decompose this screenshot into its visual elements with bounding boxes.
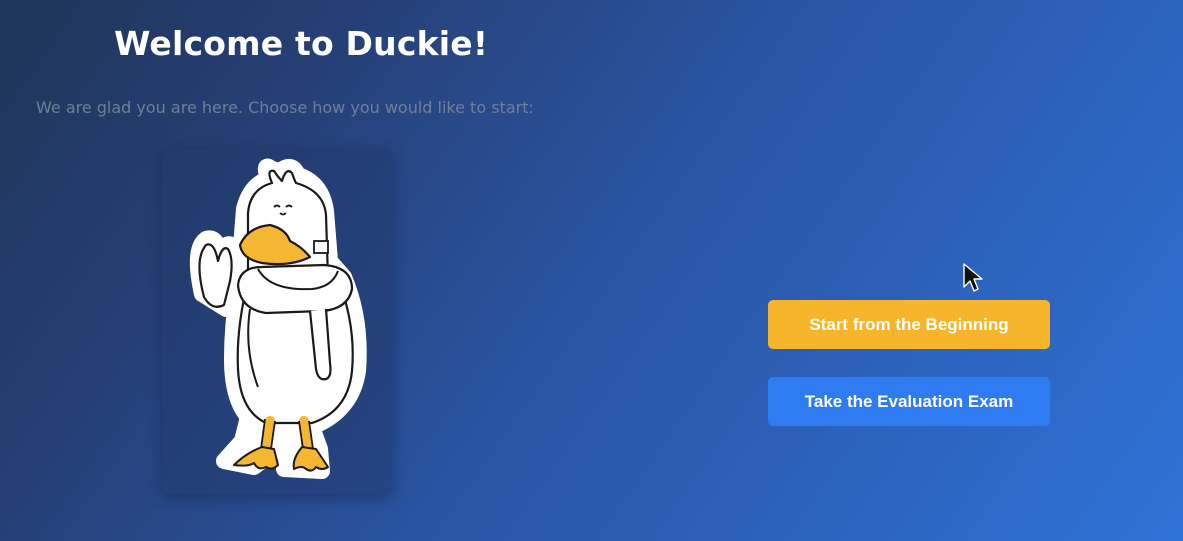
duck-mascot-icon — [189, 158, 367, 479]
page-title: Welcome to Duckie! — [114, 24, 489, 63]
take-evaluation-exam-button[interactable]: Take the Evaluation Exam — [768, 377, 1050, 426]
mouse-cursor-icon — [963, 263, 983, 292]
page-subtitle: We are glad you are here. Choose how you… — [36, 98, 534, 117]
duck-illustration-card — [162, 149, 392, 494]
start-from-beginning-button[interactable]: Start from the Beginning — [768, 300, 1050, 349]
